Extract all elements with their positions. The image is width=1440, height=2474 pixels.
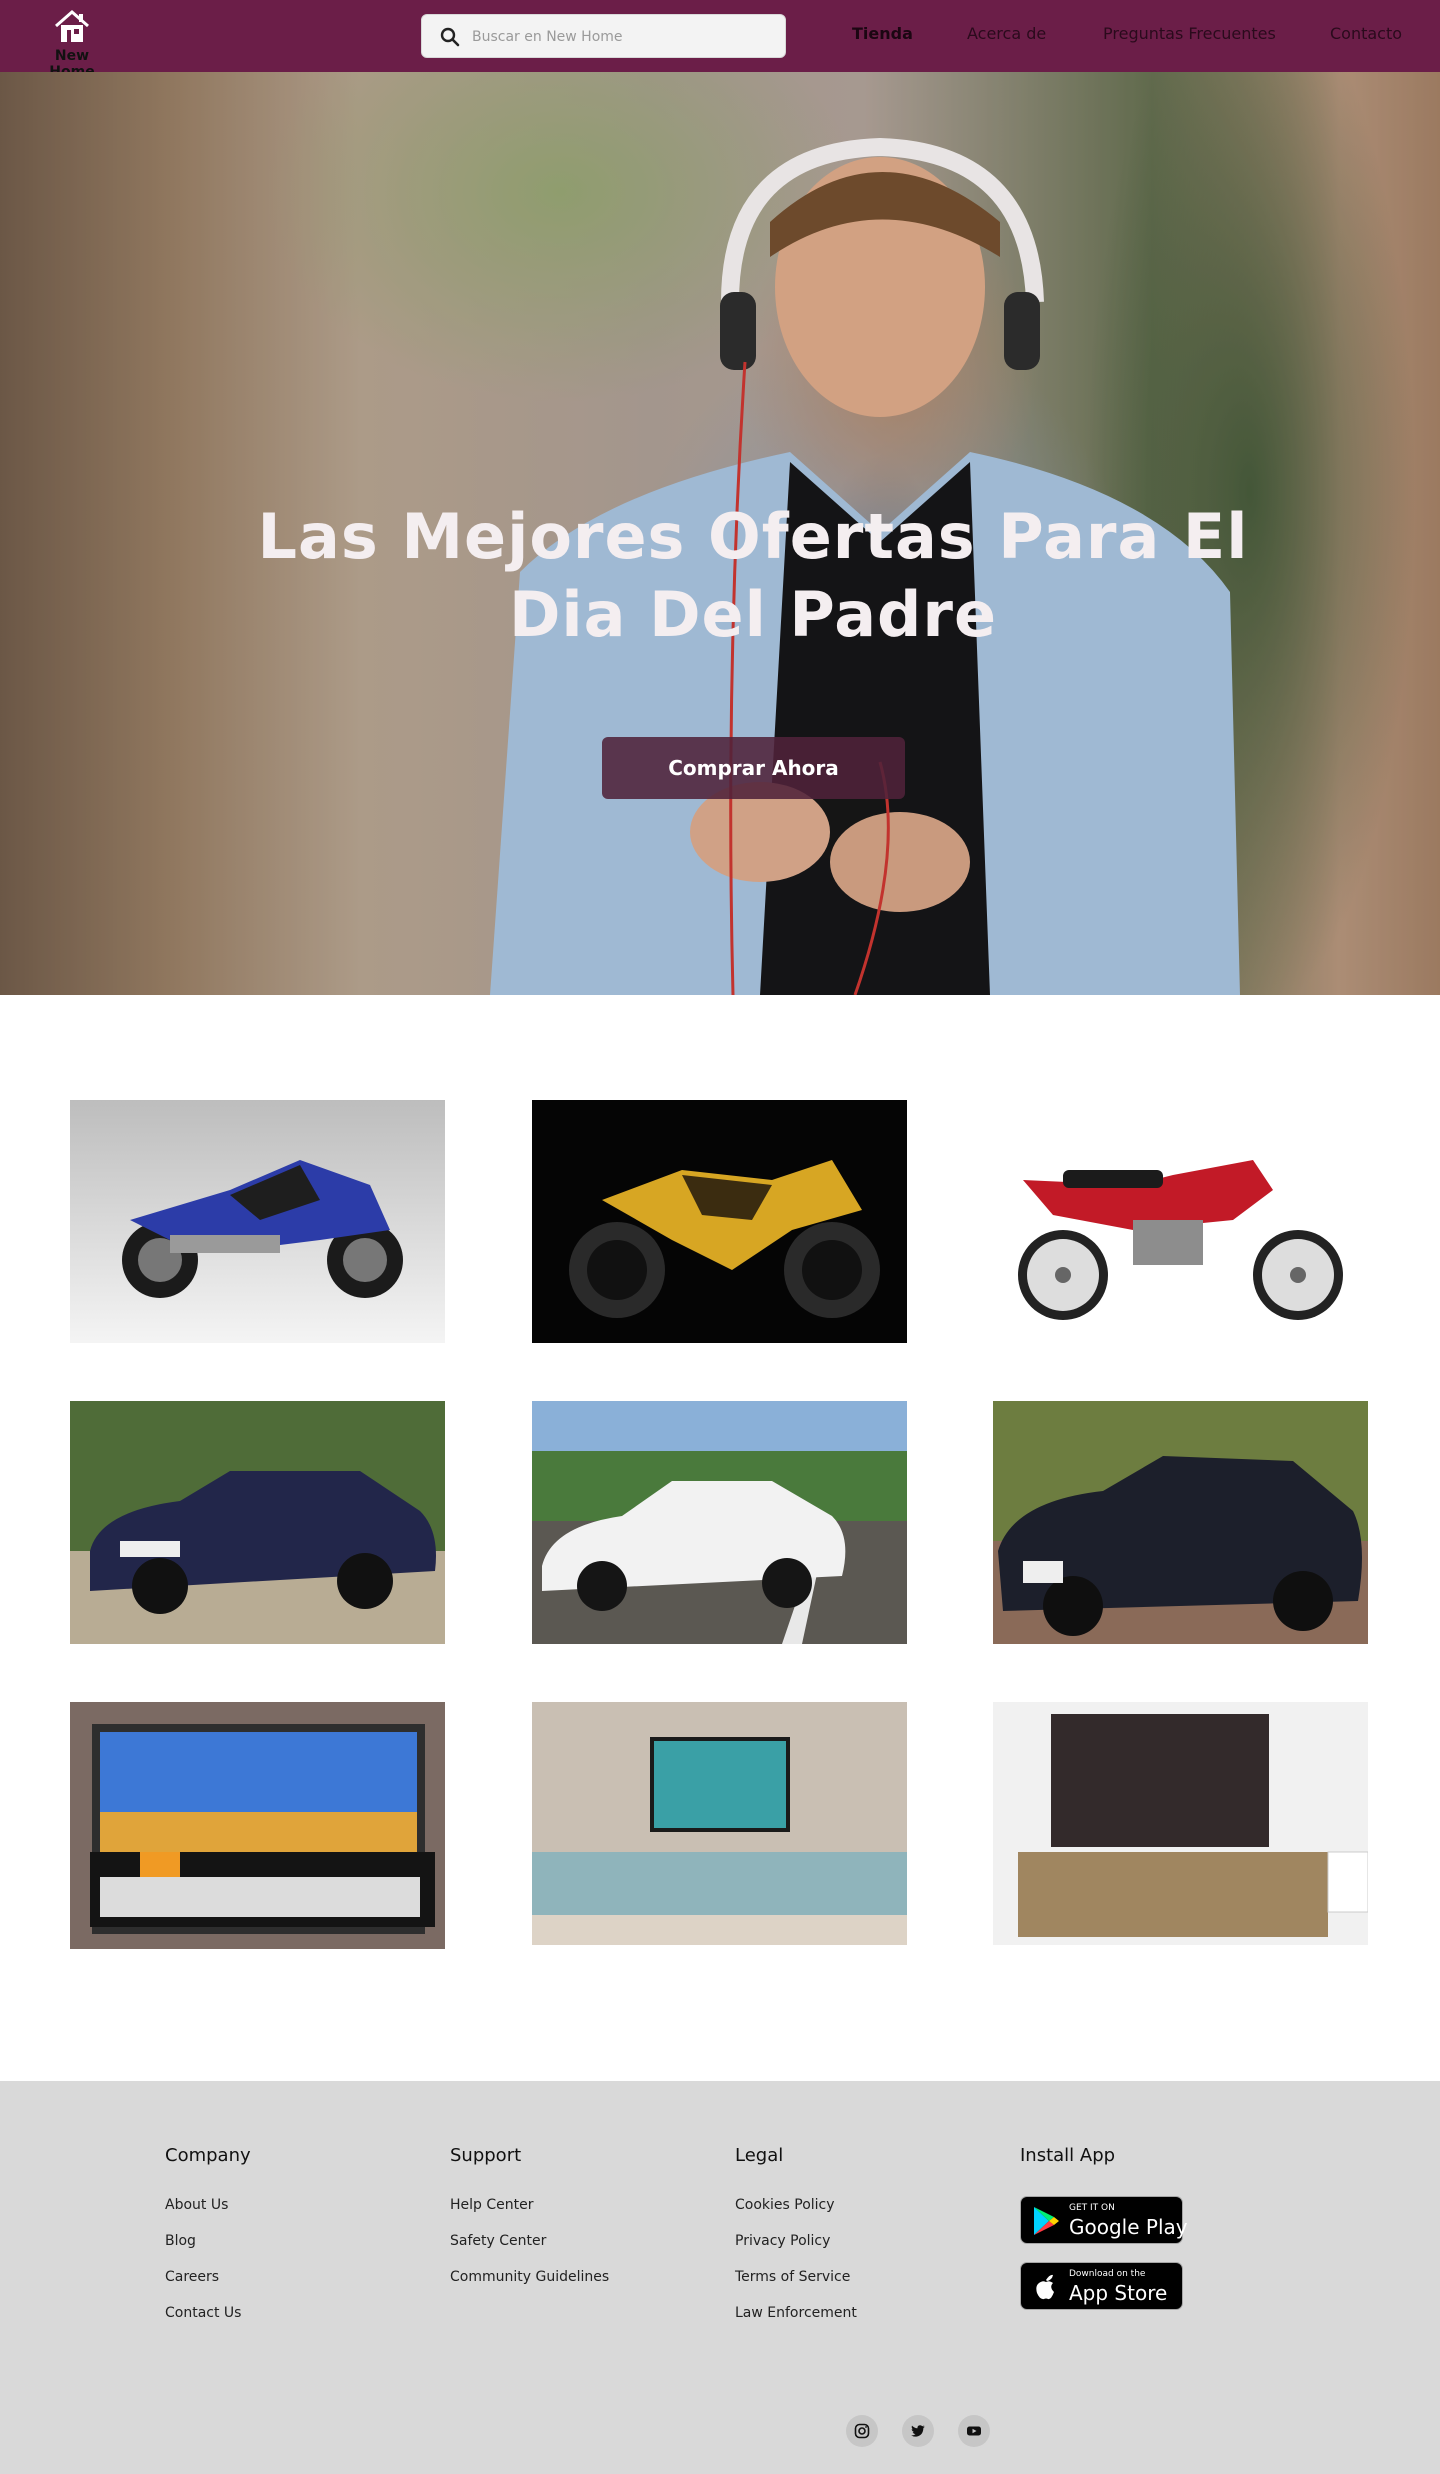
search-icon xyxy=(440,27,460,47)
apple-icon xyxy=(1036,2274,1054,2300)
nav-link-tienda[interactable]: Tienda xyxy=(852,24,913,43)
sedan-white-image xyxy=(532,1401,907,1644)
footer-link[interactable]: About Us xyxy=(165,2196,251,2232)
nav-link-preguntas-frecuentes[interactable]: Preguntas Frecuentes xyxy=(1103,24,1276,43)
brand-logo[interactable]: New Home xyxy=(34,8,110,80)
footer-heading: Company xyxy=(165,2145,251,2166)
footer-link[interactable]: Law Enforcement xyxy=(735,2304,857,2340)
twitter-link[interactable] xyxy=(902,2415,934,2447)
top-navbar: New Home Tienda Acerca de Preguntas Frec… xyxy=(0,0,1440,80)
hero-title: Las Mejores Ofertas Para El Dia Del Padr… xyxy=(250,498,1256,654)
app-store-big-text: App Store xyxy=(1069,2281,1168,2305)
instagram-icon xyxy=(854,2423,870,2439)
shop-now-button[interactable]: Comprar Ahora xyxy=(602,737,905,799)
footer-column-install-app: Install App xyxy=(1020,2145,1115,2196)
tv-dark-console-image xyxy=(993,1702,1368,1945)
google-play-badge[interactable]: GET IT ON Google Play xyxy=(1020,2196,1188,2244)
footer-link[interactable]: Blog xyxy=(165,2232,251,2268)
product-image[interactable] xyxy=(70,1401,445,1644)
sedan-black-image xyxy=(993,1401,1368,1644)
instagram-link[interactable] xyxy=(846,2415,878,2447)
footer-column-legal: Legal Cookies Policy Privacy Policy Term… xyxy=(735,2145,857,2340)
search-box xyxy=(421,14,786,58)
product-image[interactable] xyxy=(70,1702,445,1949)
footer-column-company: Company About Us Blog Careers Contact Us xyxy=(165,2145,251,2340)
google-play-big-text: Google Play xyxy=(1069,2215,1188,2239)
sedan-dark-blue-image xyxy=(70,1401,445,1644)
footer-link[interactable]: Terms of Service xyxy=(735,2268,857,2304)
youtube-link[interactable] xyxy=(958,2415,990,2447)
google-play-small-text: GET IT ON xyxy=(1069,2203,1115,2213)
google-play-icon xyxy=(1034,2207,1059,2235)
product-image[interactable] xyxy=(70,1100,445,1343)
product-image[interactable] xyxy=(993,1401,1368,1644)
footer-heading: Support xyxy=(450,2145,522,2166)
product-image[interactable] xyxy=(993,1100,1368,1343)
product-image[interactable] xyxy=(993,1702,1368,1945)
product-image[interactable] xyxy=(532,1100,907,1343)
app-store-badge[interactable]: Download on the App Store xyxy=(1020,2262,1183,2310)
youtube-icon xyxy=(967,2426,981,2436)
footer-link[interactable]: Privacy Policy xyxy=(735,2232,857,2268)
sport-motorcycle-blue-image xyxy=(70,1100,445,1343)
hero-title-line-2: Dia Del Padre xyxy=(508,578,998,651)
footer-link[interactable]: Safety Center xyxy=(450,2232,609,2268)
hero-title-line-1: Las Mejores Ofertas Para El xyxy=(257,500,1249,573)
footer-link[interactable]: Community Guidelines xyxy=(450,2268,609,2304)
nav-link-contacto[interactable]: Contacto xyxy=(1330,24,1402,43)
footer-link[interactable]: Contact Us xyxy=(165,2304,251,2340)
twitter-icon xyxy=(911,2425,925,2437)
footer-link[interactable]: Cookies Policy xyxy=(735,2196,857,2232)
motorcycle-red-image xyxy=(993,1100,1368,1343)
tv-lg-smart-image xyxy=(70,1702,445,1949)
hero-banner: Las Mejores Ofertas Para El Dia Del Padr… xyxy=(0,72,1440,995)
footer-heading: Install App xyxy=(1020,2145,1116,2166)
search-input[interactable] xyxy=(472,23,772,51)
product-image[interactable] xyxy=(532,1702,907,1945)
footer-heading: Legal xyxy=(735,2145,784,2166)
app-store-small-text: Download on the xyxy=(1069,2269,1146,2279)
tv-landscape-stand-image xyxy=(532,1702,907,1945)
product-image[interactable] xyxy=(532,1401,907,1644)
house-logo-icon xyxy=(55,10,89,42)
footer-link[interactable]: Careers xyxy=(165,2268,251,2304)
nav-link-acerca-de[interactable]: Acerca de xyxy=(967,24,1046,43)
footer-column-support: Support Help Center Safety Center Commun… xyxy=(450,2145,609,2304)
motorcycle-yellow-image xyxy=(532,1100,907,1343)
footer-link[interactable]: Help Center xyxy=(450,2196,609,2232)
